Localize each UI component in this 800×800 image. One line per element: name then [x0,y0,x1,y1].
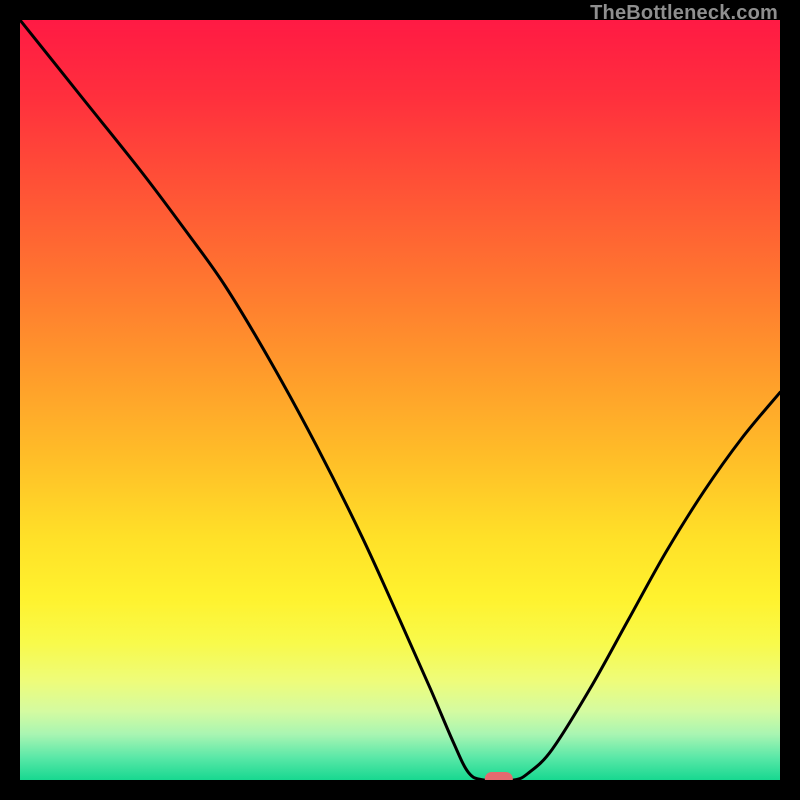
watermark-text: TheBottleneck.com [590,2,778,25]
chart-frame: TheBottleneck.com [0,0,800,800]
gradient-background [20,20,780,780]
optimal-marker [485,772,513,780]
plot-area [20,20,780,780]
chart-svg [20,20,780,780]
